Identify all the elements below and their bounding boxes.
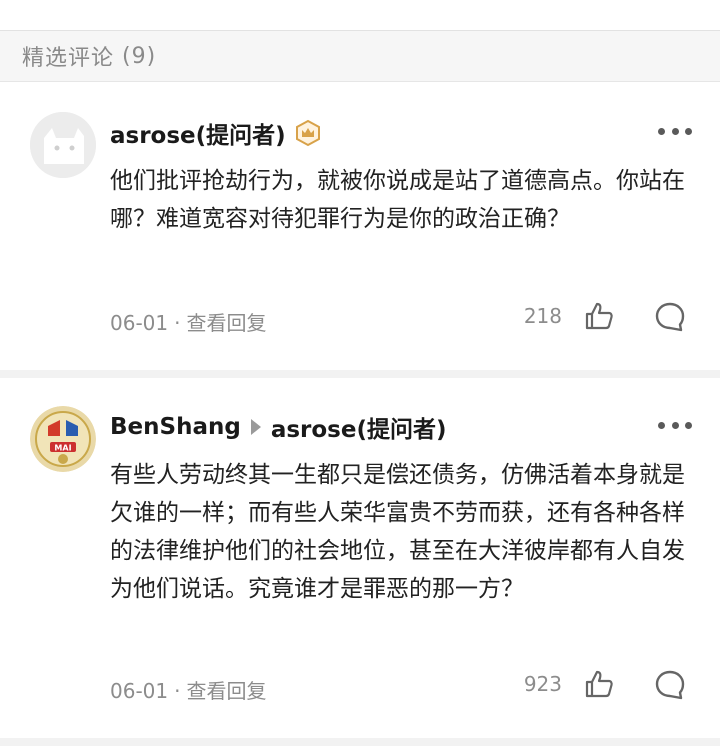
meta-separator: · — [174, 679, 181, 703]
more-options-icon[interactable] — [658, 126, 692, 136]
comment-item: asrose(提问者) 他们批评抢劫行为，就被你说成是站了道德高点。你站在哪？难… — [0, 82, 720, 370]
comment-text: 他们批评抢劫行为，就被你说成是站了道德高点。你站在哪？难道宽容对待犯罪行为是你的… — [110, 168, 685, 232]
author-name[interactable]: BenShang — [110, 414, 241, 440]
reply-arrow-icon — [250, 419, 261, 435]
reply-to-name[interactable]: asrose(提问者) — [271, 410, 447, 444]
more-options-icon[interactable] — [658, 420, 692, 430]
thumbs-up-icon[interactable] — [584, 669, 614, 699]
crown-badge-icon — [294, 119, 322, 147]
emblem-avatar-icon: MAI — [30, 406, 96, 472]
like-count: 218 — [523, 304, 562, 328]
author-row: asrose(提问者) — [110, 116, 322, 150]
view-replies-link[interactable]: 查看回复 — [186, 311, 266, 335]
bottom-divider — [0, 738, 720, 746]
comment-date: 06-01 — [110, 311, 169, 335]
section-title: 精选评论 — [22, 46, 115, 71]
comment-meta: 06-01 · 查看回复 — [110, 307, 266, 336]
author-row: BenShang asrose(提问者) — [110, 410, 446, 444]
comment-text: 有些人劳动终其一生都只是偿还债务，仿佛活着本身就是欠谁的一样；而有些人荣华富贵不… — [110, 462, 685, 602]
reply-bubble-icon[interactable] — [654, 669, 686, 701]
comment-item: MAI BenShang asrose(提问者) 有些人劳动终其一生都只是偿还债… — [0, 378, 720, 748]
top-spacer — [0, 0, 720, 31]
author-name[interactable]: asrose(提问者) — [110, 116, 286, 150]
featured-comments-header: 精选评论 (9) — [0, 31, 720, 82]
like-count: 923 — [523, 672, 562, 696]
default-avatar-icon — [30, 112, 96, 178]
comment-date: 06-01 — [110, 679, 169, 703]
avatar-emblem-text: MAI — [54, 444, 71, 453]
comment-count: (9) — [122, 43, 157, 69]
reply-bubble-icon[interactable] — [654, 301, 686, 333]
meta-separator: · — [174, 311, 181, 335]
thumbs-up-icon[interactable] — [584, 301, 614, 331]
comment-meta: 06-01 · 查看回复 — [110, 675, 266, 704]
view-replies-link[interactable]: 查看回复 — [186, 679, 266, 703]
avatar[interactable] — [30, 112, 96, 178]
avatar[interactable]: MAI — [30, 406, 96, 472]
